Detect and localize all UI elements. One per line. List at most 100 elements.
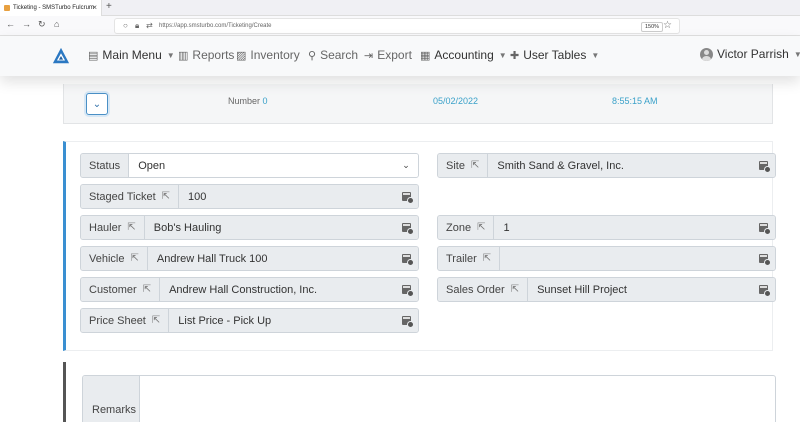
user-tables-label: User Tables <box>523 48 587 62</box>
site-label[interactable]: Site ⇱ <box>438 154 489 177</box>
bookmark-star-icon[interactable]: ☆ <box>663 20 672 31</box>
browser-tabstrip: Ticketing - SMSTurbo Fulcrum × + <box>0 0 800 16</box>
report-icon: ▥ <box>178 49 189 62</box>
url-bar[interactable]: ○ 🔒︎ ⇄ https://app.smsturbo.com/Ticketin… <box>114 18 680 34</box>
external-link-icon[interactable]: ⇱ <box>483 253 491 264</box>
calculator-icon <box>401 223 414 235</box>
main-menu[interactable]: ▤ Main Menu ▼ <box>88 48 175 62</box>
reload-icon[interactable]: ↻ <box>38 19 46 30</box>
lookup-button[interactable] <box>751 247 775 270</box>
external-link-icon[interactable]: ⇱ <box>130 253 138 264</box>
url-text: https://app.smsturbo.com/Ticketing/Creat… <box>159 23 272 29</box>
search-icon: ⚲ <box>308 49 317 62</box>
status-label: Status <box>81 154 130 177</box>
price-sheet-label[interactable]: Price Sheet ⇱ <box>81 309 170 332</box>
lookup-button[interactable] <box>394 309 418 332</box>
lookup-button[interactable] <box>751 154 775 177</box>
permissions-icon: ⇄ <box>146 21 153 30</box>
export-link[interactable]: ⇥ Export <box>364 48 412 62</box>
status-select[interactable]: Open <box>129 154 394 177</box>
search-label: Search <box>320 48 359 62</box>
browser-tab[interactable]: Ticketing - SMSTurbo Fulcrum × <box>0 0 102 16</box>
lookup-button[interactable] <box>751 216 775 239</box>
site-field: Site ⇱ Smith Sand & Gravel, Inc. <box>437 153 776 178</box>
staged-ticket-value: 100 <box>179 185 394 208</box>
chevron-down-icon[interactable]: ⌄ <box>394 154 418 177</box>
reports-link[interactable]: ▥ Reports <box>178 48 234 62</box>
lookup-button[interactable] <box>394 216 418 239</box>
accounting-menu[interactable]: ▦ Accounting ▼ <box>420 48 507 62</box>
new-tab-icon[interactable]: + <box>106 1 112 12</box>
external-link-icon[interactable]: ⇱ <box>511 284 519 295</box>
number-value: 0 <box>262 96 268 106</box>
calculator-icon <box>758 223 771 235</box>
lookup-button[interactable] <box>394 185 418 208</box>
browser-navbar: ← → ↻ ⌂ ○ 🔒︎ ⇄ https://app.smsturbo.com/… <box>0 16 800 36</box>
avatar-icon <box>700 47 713 61</box>
app-logo-icon[interactable] <box>52 47 70 65</box>
hauler-field: Hauler ⇱ Bob's Hauling <box>80 215 419 240</box>
caret-down-icon: ▼ <box>498 50 507 60</box>
remarks-label-box: Remarks <box>83 376 140 422</box>
ticket-date: 05/02/2022 <box>433 96 479 106</box>
price-sheet-value: List Price - Pick Up <box>169 309 394 332</box>
status-field: Status Open ⌄ <box>80 153 419 178</box>
zone-label[interactable]: Zone ⇱ <box>438 216 495 239</box>
list-icon: ▤ <box>88 49 99 62</box>
calculator-icon <box>401 192 414 204</box>
site-value: Smith Sand & Gravel, Inc. <box>488 154 751 177</box>
ticket-time: 8:55:15 AM <box>612 96 658 106</box>
sales-order-field: Sales Order ⇱ Sunset Hill Project <box>437 277 776 302</box>
calculator-icon <box>758 161 771 173</box>
external-link-icon[interactable]: ⇱ <box>143 284 151 295</box>
customer-label[interactable]: Customer ⇱ <box>81 278 161 301</box>
ticket-number: Number 0 <box>228 96 268 106</box>
sales-order-label[interactable]: Sales Order ⇱ <box>438 278 529 301</box>
external-link-icon[interactable]: ⇱ <box>477 222 485 233</box>
vehicle-field: Vehicle ⇱ Andrew Hall Truck 100 <box>80 246 419 271</box>
tab-title: Ticketing - SMSTurbo Fulcrum <box>13 5 94 11</box>
external-link-icon[interactable]: ⇱ <box>471 160 479 171</box>
caret-down-icon: ▼ <box>793 49 800 59</box>
lookup-button[interactable] <box>751 278 775 301</box>
export-icon: ⇥ <box>364 49 374 62</box>
user-tables-menu[interactable]: ✚ User Tables ▼ <box>510 48 599 62</box>
tab-close-icon[interactable]: × <box>92 3 97 12</box>
zoom-indicator[interactable]: 150% <box>641 22 664 32</box>
calculator-icon <box>401 316 414 328</box>
puzzle-icon: ✚ <box>510 49 520 62</box>
app-header: ▤ Main Menu ▼ ▥ Reports ▨ Inventory ⚲ Se… <box>0 36 800 76</box>
vehicle-label[interactable]: Vehicle ⇱ <box>81 247 148 270</box>
favicon-icon <box>4 5 10 11</box>
staged-ticket-field: Staged Ticket ⇱ 100 <box>80 184 419 209</box>
user-menu[interactable]: Victor Parrish ▼ <box>700 47 800 61</box>
calculator-icon <box>758 285 771 297</box>
calculator-icon <box>758 254 771 266</box>
lock-icon: 🔒︎ <box>135 21 140 30</box>
lookup-button[interactable] <box>394 278 418 301</box>
ticket-form-card: Status Open ⌄ Staged Ticket ⇱ 100 Hauler ⇱… <box>63 141 776 351</box>
vehicle-value: Andrew Hall Truck 100 <box>147 247 394 270</box>
external-link-icon[interactable]: ⇱ <box>152 315 160 326</box>
search-link[interactable]: ⚲ Search <box>308 48 358 62</box>
zone-field: Zone ⇱ 1 <box>437 215 776 240</box>
accounting-icon: ▦ <box>420 49 431 62</box>
staged-ticket-label[interactable]: Staged Ticket ⇱ <box>81 185 180 208</box>
accounting-label: Accounting <box>434 48 494 62</box>
hauler-label[interactable]: Hauler ⇱ <box>81 216 145 239</box>
lookup-button[interactable] <box>394 247 418 270</box>
back-icon[interactable]: ← <box>6 19 15 29</box>
main-menu-label: Main Menu <box>102 48 162 62</box>
inventory-label: Inventory <box>250 48 300 62</box>
shield-icon: ○ <box>123 21 128 30</box>
collapse-toggle-button[interactable]: ⌄ <box>86 93 108 115</box>
remarks-field[interactable]: Remarks <box>82 375 776 422</box>
reports-label: Reports <box>192 48 235 62</box>
external-link-icon[interactable]: ⇱ <box>127 222 135 233</box>
inventory-link[interactable]: ▨ Inventory <box>236 48 300 62</box>
ticket-info-card: ⌄ Number 0 05/02/2022 8:55:15 AM <box>63 84 773 124</box>
external-link-icon[interactable]: ⇱ <box>162 191 170 202</box>
home-icon[interactable]: ⌂ <box>54 19 59 29</box>
trailer-label[interactable]: Trailer ⇱ <box>438 247 501 270</box>
forward-icon[interactable]: → <box>22 19 31 29</box>
